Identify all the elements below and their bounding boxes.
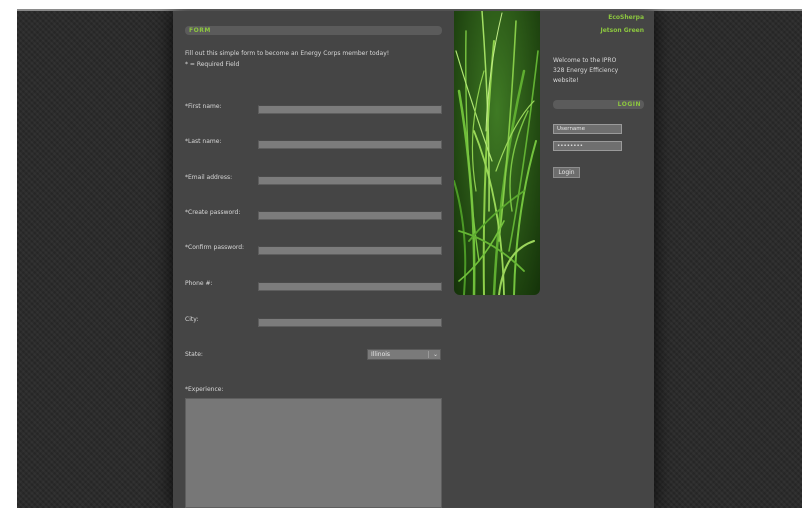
jetson-green-link[interactable]: Jetson Green <box>600 27 644 35</box>
grass-photo <box>454 11 540 295</box>
login-header-bar: LOGIN <box>553 100 644 109</box>
welcome-line-2: 328 Energy Efficiency <box>553 67 619 74</box>
form-header-title: FORM <box>189 27 211 34</box>
page-container: FORM Fill out this simple form to become… <box>173 11 654 508</box>
form-intro-text: Fill out this simple form to become an E… <box>185 50 390 57</box>
phone-input[interactable] <box>258 282 442 291</box>
email-input[interactable] <box>258 176 442 185</box>
username-input[interactable] <box>553 124 622 134</box>
first-name-label: *First name: <box>185 103 222 110</box>
phone-label: Phone #: <box>185 280 213 287</box>
welcome-line-1: Welcome to the IPRO <box>553 57 617 64</box>
required-field-note: * = Required Field <box>185 61 240 68</box>
chevron-down-icon: ⌄ <box>432 351 438 358</box>
login-button[interactable]: Login <box>553 167 580 178</box>
experience-textarea[interactable] <box>185 398 442 508</box>
login-header-title: LOGIN <box>617 101 641 108</box>
state-select[interactable]: Illinois ⌄ <box>367 349 441 360</box>
state-label: State: <box>185 351 203 358</box>
password-input[interactable] <box>553 141 622 151</box>
last-name-label: *Last name: <box>185 138 222 145</box>
welcome-line-3: website! <box>553 77 579 84</box>
email-label: *Email address: <box>185 174 233 181</box>
confirm-password-label: *Confirm password: <box>185 244 245 251</box>
grass-blades-graphic <box>454 11 539 295</box>
experience-label: *Experience: <box>185 386 224 393</box>
city-input[interactable] <box>258 318 442 327</box>
create-password-input[interactable] <box>258 211 442 220</box>
ecosherpa-link[interactable]: EcoSherpa <box>608 14 644 22</box>
confirm-password-input[interactable] <box>258 246 442 255</box>
first-name-input[interactable] <box>258 105 442 114</box>
last-name-input[interactable] <box>258 140 442 149</box>
city-label: City: <box>185 316 199 323</box>
form-header-bar: FORM <box>185 26 442 35</box>
select-divider <box>428 351 429 358</box>
state-selected-value: Illinois <box>371 351 391 358</box>
create-password-label: *Create password: <box>185 209 241 216</box>
browser-viewport: FORM Fill out this simple form to become… <box>17 9 802 508</box>
